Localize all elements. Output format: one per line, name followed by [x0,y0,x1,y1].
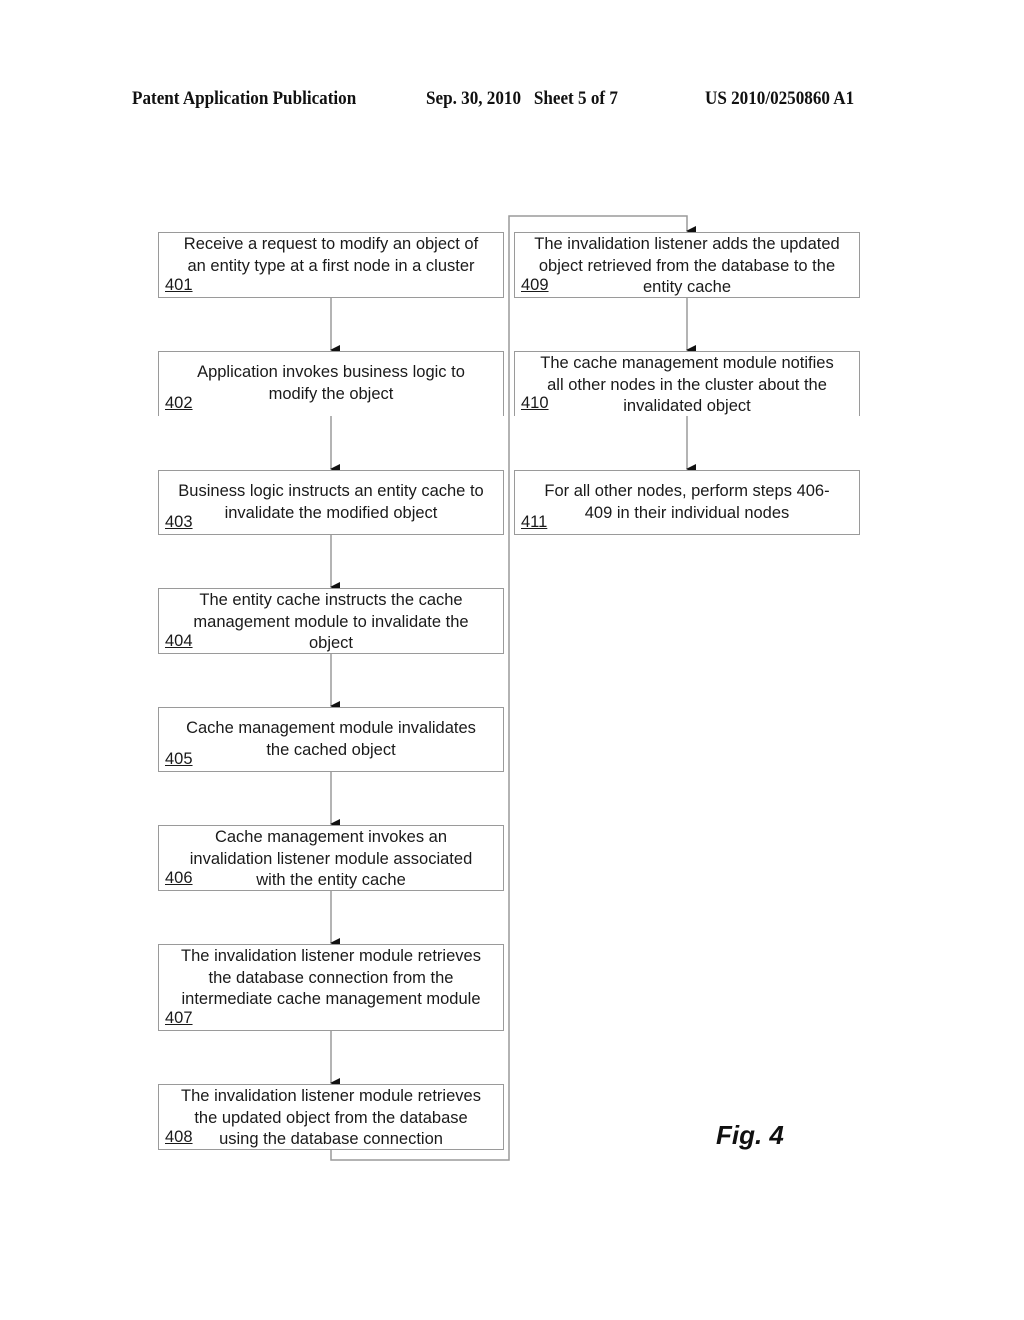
step-box-402: Application invokes business logic to mo… [158,351,504,416]
flow-connectors [330,215,696,1161]
step-number: 407 [165,1008,193,1027]
step-number: 409 [521,275,549,294]
step-box-401: Receive a request to modify an object of… [158,232,504,298]
step-box-411: For all other nodes, perform steps 406- … [514,470,860,535]
step-text: Cache management module invalidates the … [186,719,476,759]
step-text: The invalidation listener module retriev… [181,947,481,1008]
step-text: The invalidation listener module retriev… [181,1087,481,1148]
step-number: 402 [165,393,193,412]
step-box-405: Cache management module invalidates the … [158,707,504,772]
step-number: 403 [165,512,193,531]
step-box-408: The invalidation listener module retriev… [158,1084,504,1150]
step-number: 405 [165,749,193,768]
step-box-410: The cache management module notifies all… [514,351,860,416]
step-text: Cache management invokes an invalidation… [189,828,473,889]
step-box-403: Business logic instructs an entity cache… [158,470,504,535]
figure-label: Fig. 4 [716,1120,784,1150]
step-number: 401 [165,275,193,294]
step-number: 411 [521,512,548,531]
step-box-407: The invalidation listener module retriev… [158,944,504,1031]
step-text: For all other nodes, perform steps 406- … [544,482,830,522]
step-number: 410 [521,393,549,412]
step-number: 406 [165,868,193,887]
step-number: 408 [165,1127,193,1146]
step-text: The entity cache instructs the cache man… [193,591,469,652]
step-text: Application invokes business logic to mo… [197,363,465,403]
step-box-409: The invalidation listener adds the updat… [514,232,860,298]
step-text: Receive a request to modify an object of… [183,235,479,275]
step-text: The invalidation listener adds the updat… [534,235,840,296]
step-text: Business logic instructs an entity cache… [178,482,484,522]
step-text: The cache management module notifies all… [540,354,834,415]
step-box-404: The entity cache instructs the cache man… [158,588,504,654]
step-box-406: Cache management invokes an invalidation… [158,825,504,891]
step-number: 404 [165,631,193,650]
